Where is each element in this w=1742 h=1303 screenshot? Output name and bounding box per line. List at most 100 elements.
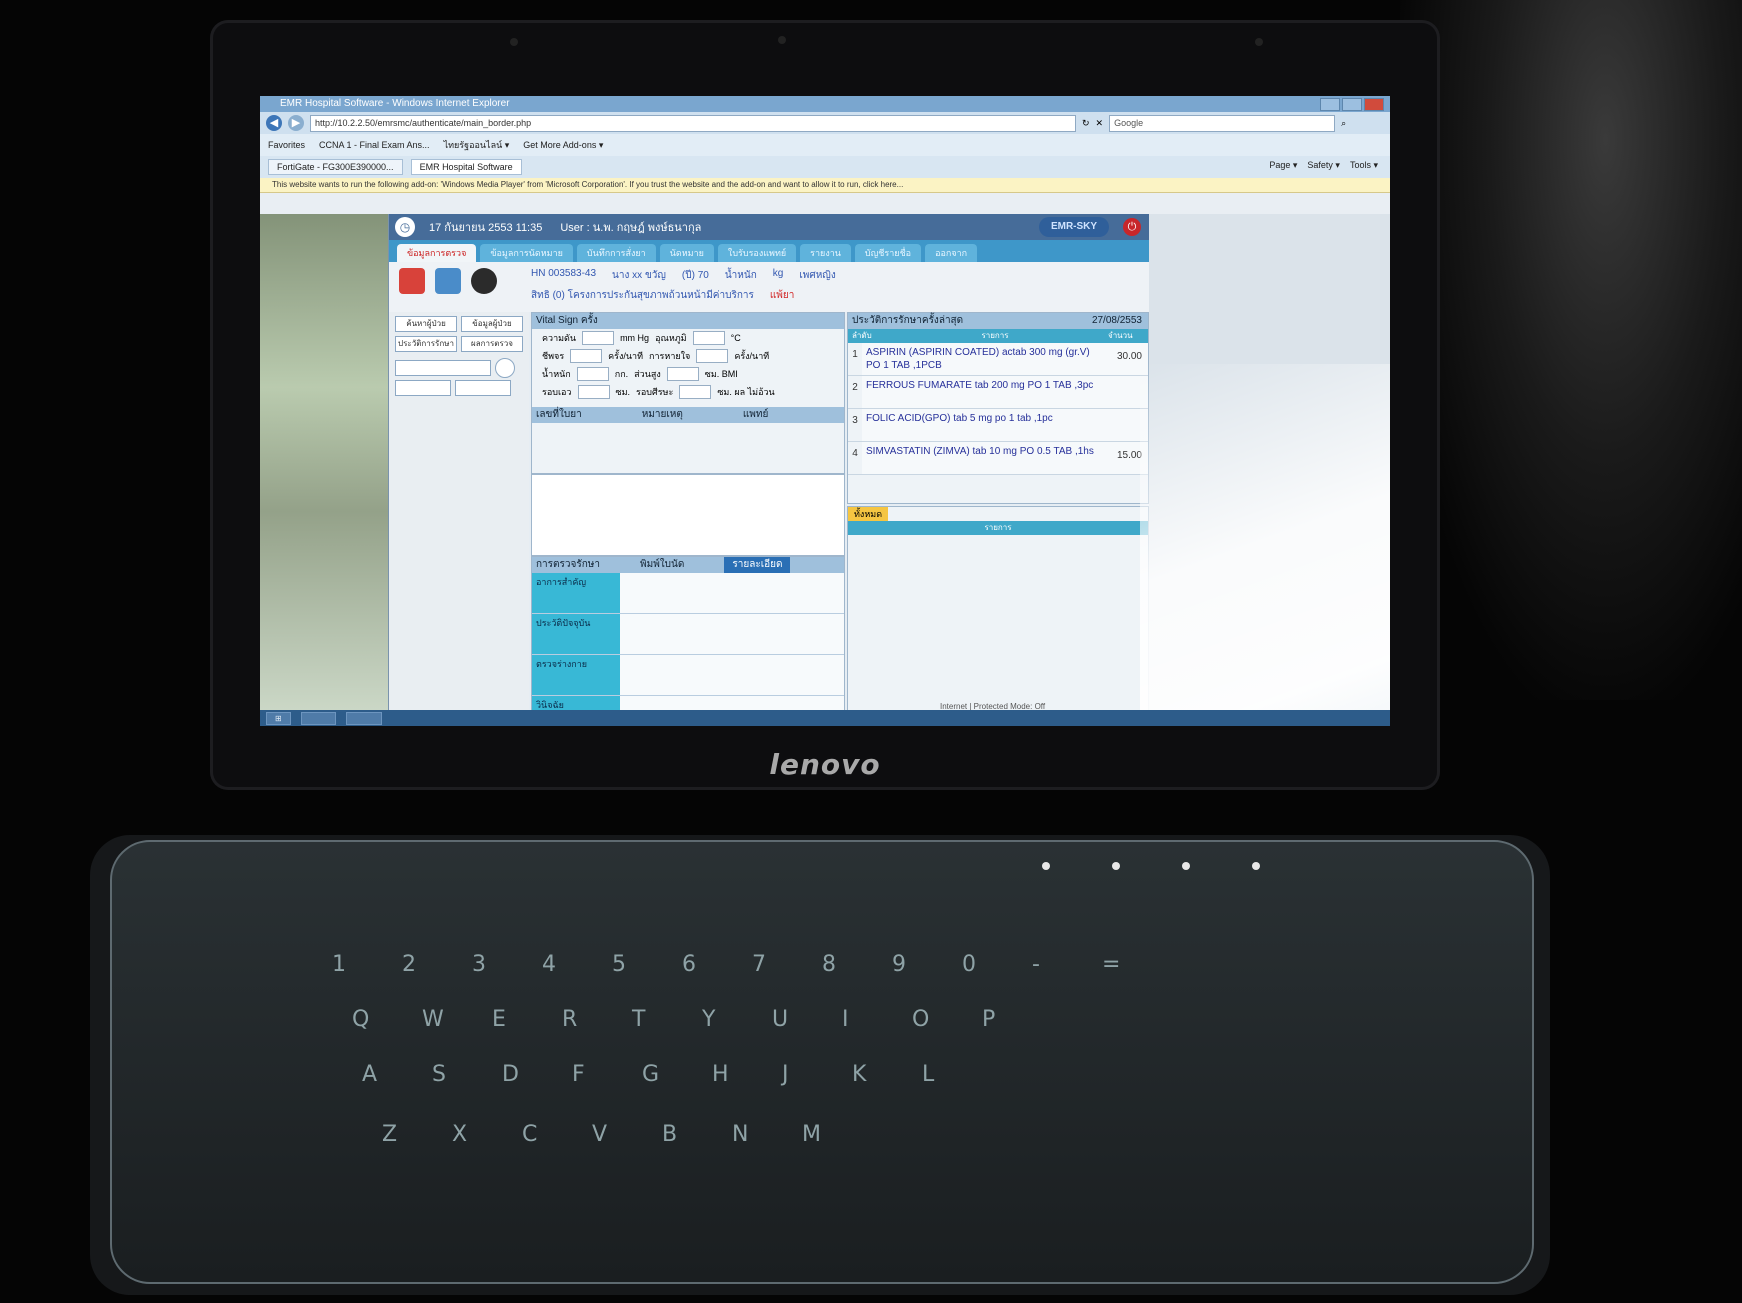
key[interactable]: 9 (892, 952, 906, 977)
key[interactable]: A (362, 1062, 377, 1087)
key[interactable]: X (452, 1122, 467, 1147)
results-button[interactable]: ผลการตรวจ (461, 336, 523, 352)
key[interactable]: R (562, 1007, 577, 1032)
temp-input[interactable] (692, 331, 725, 345)
key[interactable]: 0 (962, 952, 976, 977)
key[interactable]: O (912, 1007, 929, 1032)
maximize-button[interactable] (1342, 98, 1362, 111)
key[interactable]: 1 (332, 952, 346, 977)
present-illness-input[interactable] (620, 614, 844, 654)
page-menu[interactable]: Page ▾ (1269, 160, 1297, 171)
tab-all[interactable]: ทั้งหมด (848, 507, 889, 521)
search-input[interactable]: Google (1109, 114, 1336, 132)
detail-button[interactable]: รายละเอียด (724, 557, 791, 573)
minimize-button[interactable] (1320, 98, 1340, 111)
key[interactable]: L (922, 1062, 934, 1087)
key[interactable]: C (522, 1122, 537, 1147)
back-icon[interactable]: ◀ (266, 115, 282, 131)
magnifier-icon[interactable] (495, 358, 515, 378)
key[interactable]: D (502, 1062, 519, 1087)
key[interactable]: V (592, 1122, 607, 1147)
bp-input[interactable] (582, 331, 615, 345)
key[interactable]: K (852, 1062, 866, 1087)
infobar[interactable]: This website wants to run the following … (260, 178, 1390, 193)
search-patient-button[interactable]: ค้นหาผู้ป่วย (395, 316, 457, 332)
table-row[interactable]: 3 FOLIC ACID(GPO) tab 5 mg po 1 tab ,1pc (848, 409, 1148, 442)
diagnosis-textarea[interactable] (531, 474, 845, 556)
key[interactable]: E (492, 1007, 506, 1032)
table-row[interactable]: 1 ASPIRIN (ASPIRIN COATED) actab 300 mg … (848, 343, 1148, 376)
date-input[interactable] (395, 380, 451, 396)
history-button[interactable]: ประวัติการรักษา (395, 336, 457, 352)
date-input[interactable] (455, 380, 511, 396)
key[interactable]: B (662, 1122, 677, 1147)
favorite-link[interactable]: ไทยรัฐออนไลน์ ▾ (444, 138, 510, 152)
favorite-link[interactable]: CCNA 1 - Final Exam Ans... (319, 140, 430, 150)
hn-search-input[interactable] (395, 360, 491, 376)
key[interactable]: 7 (752, 952, 766, 977)
key[interactable]: H (712, 1062, 729, 1087)
tab-list[interactable]: บัญชีรายชื่อ (854, 244, 922, 262)
address-input[interactable]: http://10.2.2.50/emrsmc/authenticate/mai… (310, 114, 1076, 132)
key[interactable]: F (572, 1062, 585, 1087)
tab-appointment[interactable]: นัดหมาย (659, 244, 714, 262)
computer-icon[interactable] (435, 268, 461, 294)
tab-exit[interactable]: ออกจาก (925, 244, 978, 262)
favorite-link[interactable]: Get More Add-ons ▾ (523, 140, 603, 151)
forward-icon[interactable]: ▶ (288, 115, 304, 131)
start-button[interactable]: ⊞ (266, 711, 291, 725)
tab-fortigate[interactable]: FortiGate - FG300E390000... (268, 159, 403, 175)
key[interactable]: T (632, 1007, 645, 1032)
key[interactable]: G (642, 1062, 659, 1087)
safety-menu[interactable]: Safety ▾ (1307, 160, 1340, 171)
key[interactable]: 5 (612, 952, 626, 977)
tab-report[interactable]: รายงาน (800, 244, 851, 262)
key[interactable]: Q (352, 1007, 369, 1032)
key[interactable]: 4 (542, 952, 556, 977)
key[interactable]: Y (702, 1007, 715, 1032)
height-input[interactable] (666, 367, 699, 381)
power-icon[interactable]: ⏻ (1123, 218, 1141, 236)
key[interactable]: = (1102, 952, 1120, 977)
key[interactable]: 8 (822, 952, 836, 977)
allergy-label[interactable]: แพ้ยา (770, 288, 795, 303)
tools-menu[interactable]: Tools ▾ (1350, 160, 1378, 171)
tab-exam[interactable]: ข้อมูลการตรวจ (397, 244, 477, 262)
key[interactable]: U (772, 1007, 788, 1032)
key[interactable]: W (422, 1007, 444, 1032)
key[interactable]: 6 (682, 952, 696, 977)
key[interactable]: I (842, 1007, 849, 1032)
users-icon[interactable] (471, 268, 497, 294)
patient-info-button[interactable]: ข้อมูลผู้ป่วย (461, 316, 523, 332)
tab-prescription[interactable]: บันทึกการสั่งยา (576, 244, 656, 262)
taskbar-item[interactable] (300, 711, 337, 725)
table-row[interactable]: 4 SIMVASTATIN (ZIMVA) tab 10 mg PO 0.5 T… (848, 442, 1148, 475)
refresh-icon[interactable]: ↻ (1082, 118, 1090, 129)
table-row[interactable]: 2 FERROUS FUMARATE tab 200 mg PO 1 TAB ,… (848, 376, 1148, 409)
key[interactable]: 2 (402, 952, 416, 977)
pulse-input[interactable] (570, 349, 603, 363)
chief-complaint-input[interactable] (620, 573, 844, 613)
favorites-button[interactable]: Favorites (268, 140, 305, 150)
key[interactable]: Z (382, 1122, 397, 1147)
diagnosis-input[interactable] (620, 696, 844, 710)
key[interactable]: P (982, 1007, 995, 1032)
key[interactable]: M (802, 1122, 821, 1147)
tab-certificate[interactable]: ใบรับรองแพทย์ (717, 244, 797, 262)
physical-exam-input[interactable] (620, 655, 844, 695)
search-icon[interactable]: ⌕ (1341, 118, 1346, 129)
stop-icon[interactable]: ✕ (1096, 118, 1104, 129)
tab-appointment-info[interactable]: ข้อมูลการนัดหมาย (480, 244, 573, 262)
key[interactable]: S (432, 1062, 446, 1087)
head-input[interactable] (679, 385, 712, 399)
print-checkbox[interactable]: พิมพ์ใบนัด (640, 557, 684, 573)
taskbar-item[interactable] (346, 711, 383, 725)
tab-emr[interactable]: EMR Hospital Software (410, 159, 522, 175)
key[interactable]: - (1032, 952, 1040, 977)
weight-input[interactable] (576, 367, 609, 381)
resp-input[interactable] (696, 349, 729, 363)
home-icon[interactable] (399, 268, 425, 294)
key[interactable]: N (732, 1122, 748, 1147)
key[interactable]: 3 (472, 952, 486, 977)
waist-input[interactable] (577, 385, 610, 399)
